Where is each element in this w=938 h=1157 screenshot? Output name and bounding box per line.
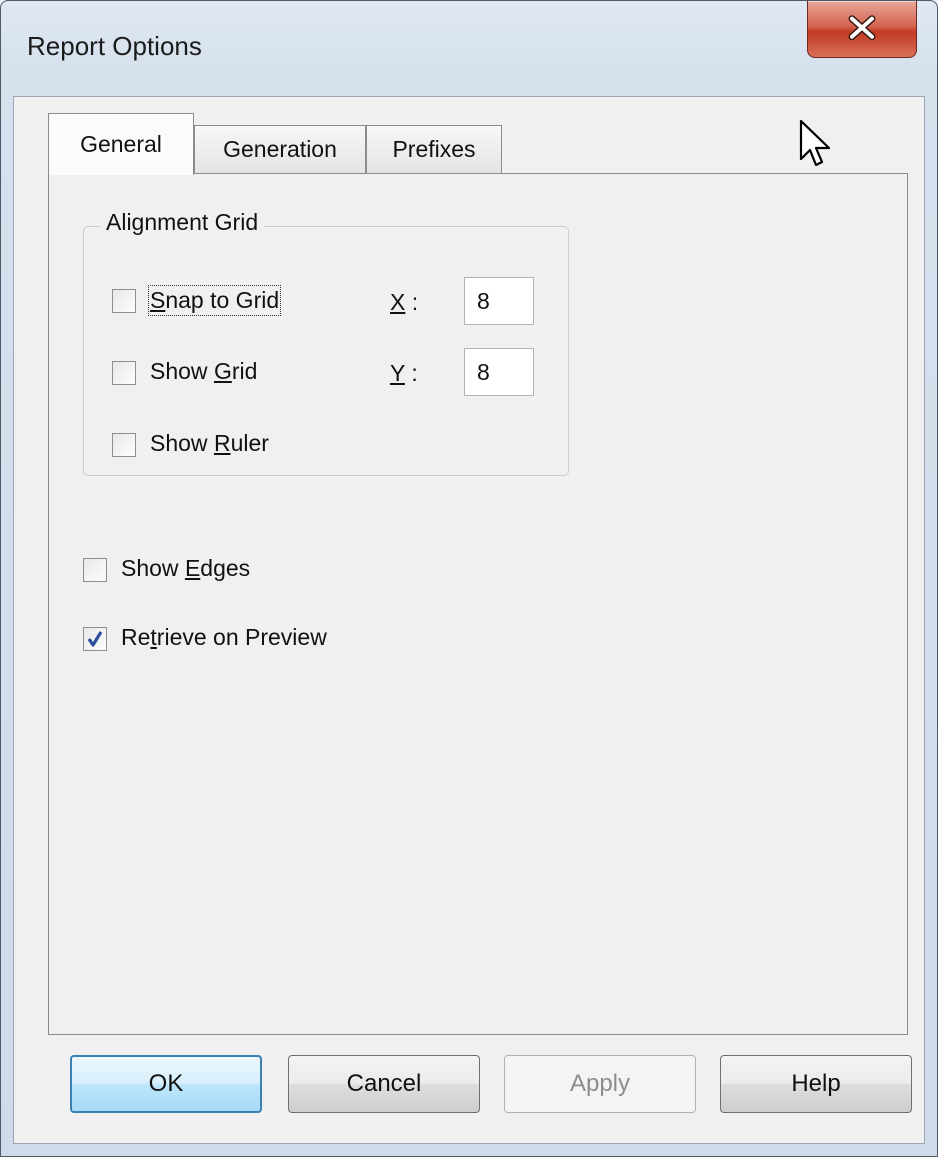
ok-button-label: OK xyxy=(148,1070,184,1097)
show-grid-checkbox[interactable] xyxy=(112,361,136,385)
tab-prefixes-label: Prefixes xyxy=(392,136,476,162)
show-edges-label[interactable]: Show Edges xyxy=(121,555,250,582)
x-label: X : xyxy=(390,289,419,315)
retrieve-on-preview-checkbox[interactable] xyxy=(83,627,107,651)
grid-y-input[interactable] xyxy=(464,348,534,396)
snap-to-grid-checkbox[interactable] xyxy=(112,289,136,313)
title-bar[interactable]: Report Options xyxy=(1,1,937,96)
help-button[interactable]: Help xyxy=(720,1055,912,1113)
y-label: Y : xyxy=(390,360,418,386)
cancel-button[interactable]: Cancel xyxy=(288,1055,480,1113)
retrieve-on-preview-label[interactable]: Retrieve on Preview xyxy=(121,624,327,651)
show-ruler-checkbox[interactable] xyxy=(112,433,136,457)
ok-button[interactable]: OK xyxy=(70,1055,262,1113)
general-tab-panel: Alignment Grid Snap to Grid X : Show Gri… xyxy=(48,173,908,1035)
dialog-title: Report Options xyxy=(27,31,202,61)
close-button[interactable] xyxy=(807,1,917,58)
alignment-grid-group: Alignment Grid Snap to Grid X : Show Gri… xyxy=(83,209,569,476)
tab-generation-label: Generation xyxy=(223,136,337,162)
alignment-grid-title: Alignment Grid xyxy=(100,209,265,236)
show-ruler-label[interactable]: Show Ruler xyxy=(150,430,269,457)
close-icon xyxy=(848,15,876,41)
dialog-body: General Generation Prefixes Alignment Gr… xyxy=(13,96,925,1144)
report-options-dialog: Report Options General Generation Prefix… xyxy=(0,0,938,1157)
cancel-button-label: Cancel xyxy=(346,1070,422,1097)
tab-general-label: General xyxy=(80,131,162,157)
mouse-pointer-icon xyxy=(799,119,831,167)
show-grid-label[interactable]: Show Grid xyxy=(150,358,257,385)
show-edges-checkbox[interactable] xyxy=(83,558,107,582)
tab-general[interactable]: General xyxy=(48,113,194,175)
help-button-label: Help xyxy=(791,1070,841,1097)
apply-button-label: Apply xyxy=(569,1070,631,1097)
apply-button[interactable]: Apply xyxy=(504,1055,696,1113)
checkmark-icon xyxy=(87,631,103,647)
tab-generation[interactable]: Generation xyxy=(194,125,366,173)
grid-x-input[interactable] xyxy=(464,277,534,325)
tab-prefixes[interactable]: Prefixes xyxy=(366,125,502,173)
snap-to-grid-label[interactable]: Snap to Grid xyxy=(147,285,282,316)
